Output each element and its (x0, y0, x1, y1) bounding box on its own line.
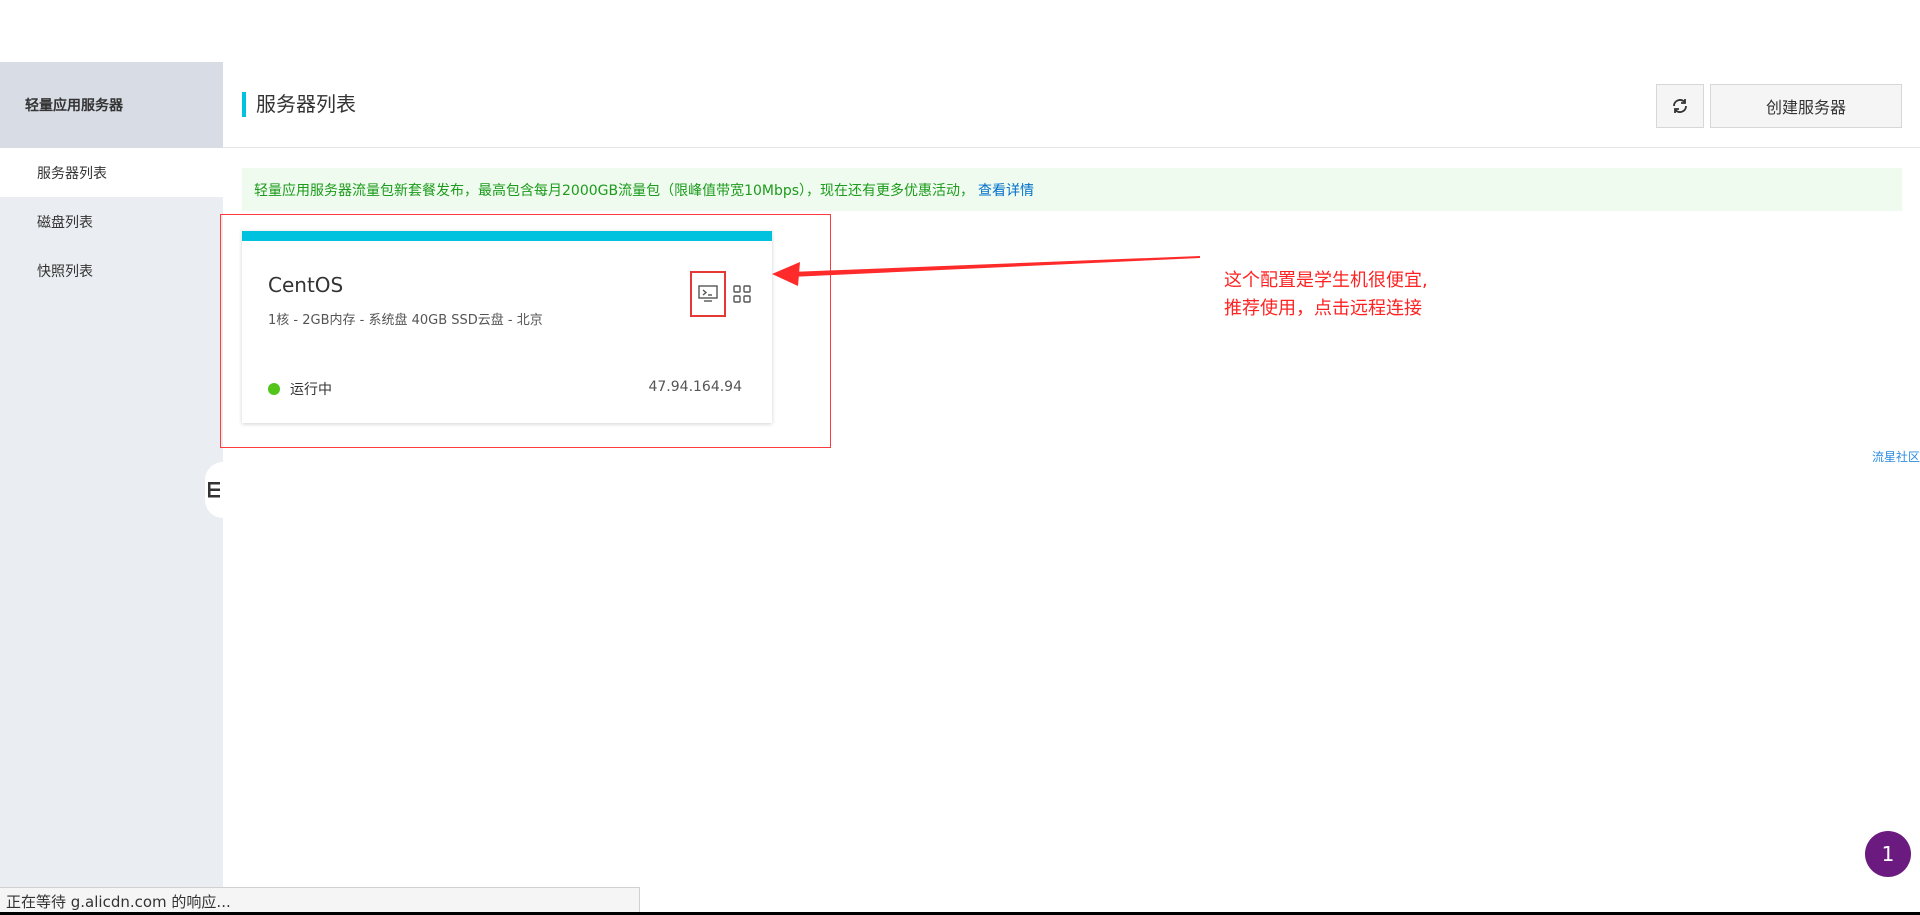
title-accent-bar (242, 92, 246, 117)
server-spec: 1核 - 2GB内存 - 系统盘 40GB SSD云盘 - 北京 (268, 313, 543, 328)
refresh-icon (1673, 99, 1687, 113)
server-ip: 47.94.164.94 (648, 379, 742, 395)
status-dot (268, 383, 280, 395)
grid-icon (733, 285, 751, 303)
annotation-line-2: 推荐使用，点击远程连接 (1224, 298, 1422, 319)
page: 轻量应用服务器 服务器列表 磁盘列表 快照列表 服务器列表 创建服务器 轻量应用… (0, 0, 1920, 915)
notice-text: 轻量应用服务器流量包新套餐发布，最高包含每月2000GB流量包（限峰值带宽10M… (254, 182, 975, 199)
card-accent-bar (242, 231, 772, 241)
server-status: 运行中 (268, 379, 332, 399)
page-header: 服务器列表 创建服务器 (223, 62, 1920, 148)
browser-status-bar: 正在等待 g.alicdn.com 的响应... (0, 887, 640, 915)
server-card[interactable]: CentOS 1核 - 2GB内存 - 系统盘 40GB SSD云盘 - 北京 (242, 231, 772, 423)
remote-connect-button[interactable] (690, 271, 726, 317)
sidebar-item-server-list[interactable]: 服务器列表 (0, 148, 223, 197)
sidebar-title: 轻量应用服务器 (0, 62, 223, 148)
card-actions (690, 271, 752, 317)
sidebar-item-disk-list[interactable]: 磁盘列表 (0, 197, 223, 246)
page-title: 服务器列表 (256, 92, 356, 116)
sidebar-item-snapshot-list[interactable]: 快照列表 (0, 246, 223, 295)
server-name: CentOS (268, 273, 344, 297)
annotation-line-1: 这个配置是学生机很便宜, (1224, 270, 1428, 291)
refresh-button[interactable] (1656, 84, 1704, 128)
create-server-button[interactable]: 创建服务器 (1710, 84, 1902, 128)
notification-badge[interactable]: 1 (1865, 831, 1911, 877)
community-link[interactable]: 流星社区 (1872, 448, 1920, 465)
sidebar: 轻量应用服务器 服务器列表 磁盘列表 快照列表 (0, 62, 223, 915)
status-label: 运行中 (290, 382, 332, 398)
sidebar-collapse-handle[interactable] (205, 462, 223, 518)
annotation-text: 这个配置是学生机很便宜, 推荐使用，点击远程连接 (1224, 267, 1428, 323)
collapse-icon (208, 482, 220, 498)
manage-button[interactable] (732, 284, 752, 304)
promo-notice: 轻量应用服务器流量包新套餐发布，最高包含每月2000GB流量包（限峰值带宽10M… (242, 168, 1902, 211)
notice-details-link[interactable]: 查看详情 (978, 180, 1034, 200)
terminal-icon (698, 285, 718, 302)
